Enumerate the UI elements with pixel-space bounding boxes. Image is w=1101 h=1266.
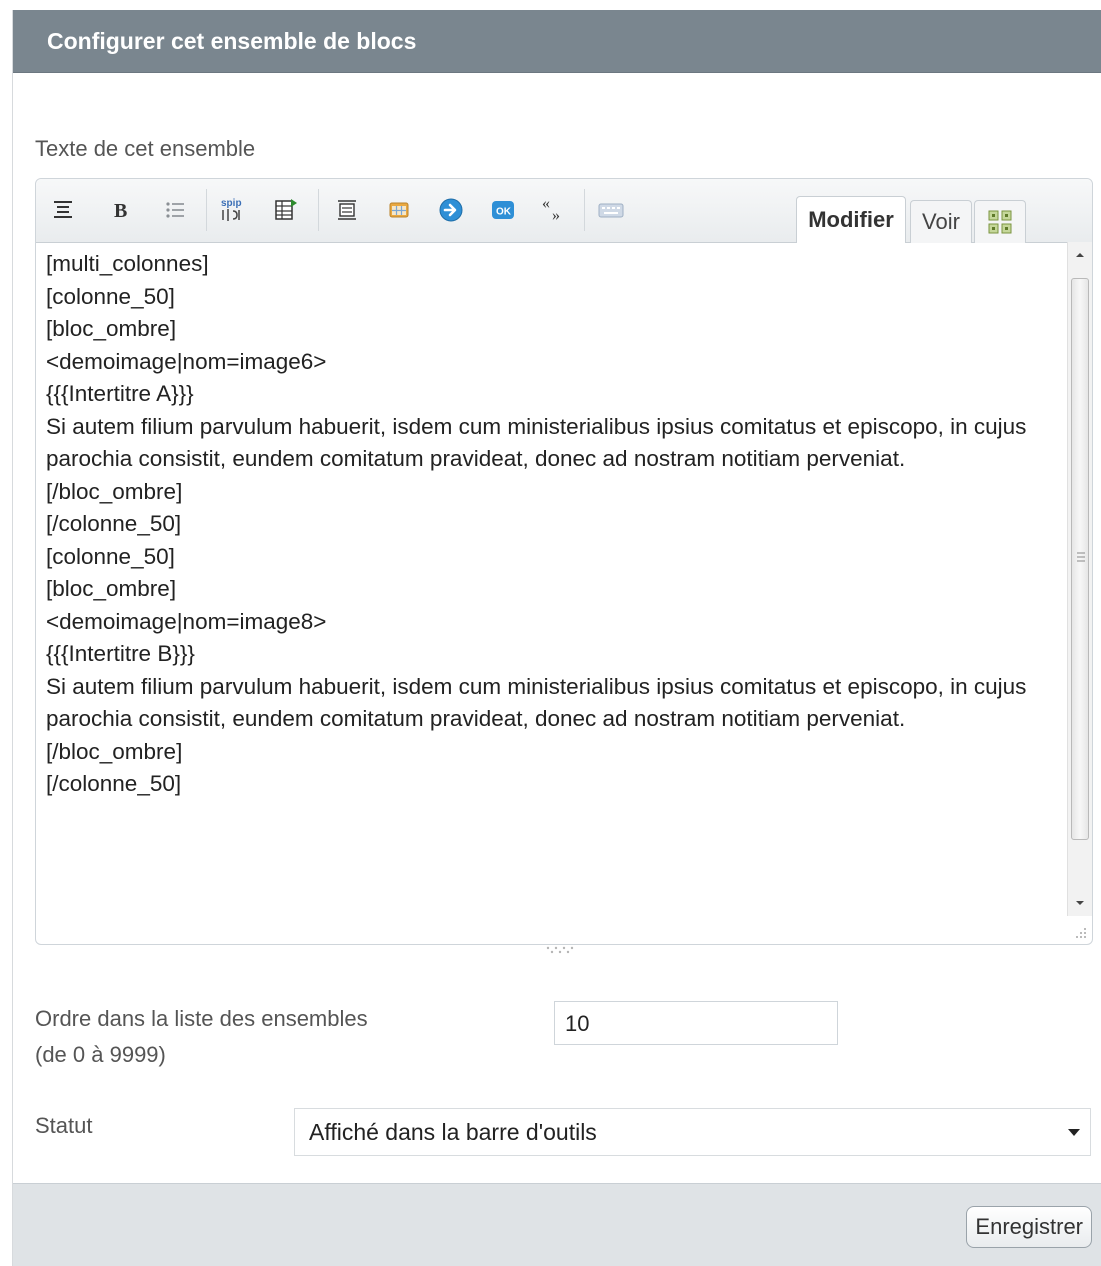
form-footer: Enregistrer <box>13 1183 1101 1266</box>
fullscreen-icon[interactable] <box>974 200 1026 243</box>
statut-select[interactable]: Affiché dans la barre d'outils <box>294 1108 1091 1156</box>
resize-grip-icon[interactable] <box>542 945 582 955</box>
statut-selected: Affiché dans la barre d'outils <box>309 1119 597 1145</box>
keyboard-icon[interactable] <box>594 193 628 227</box>
tab-voir-label: Voir <box>922 209 960 234</box>
scroll-thumb[interactable] <box>1071 278 1089 840</box>
resize-corner-icon[interactable] <box>1074 926 1088 940</box>
texte-label: Texte de cet ensemble <box>35 136 256 161</box>
align-center-icon[interactable] <box>46 193 80 227</box>
spip-icon[interactable]: spip <box>216 193 250 227</box>
panel-title: Configurer cet ensemble de blocs <box>47 28 417 54</box>
ok-icon[interactable]: OK <box>486 193 520 227</box>
tab-voir[interactable]: Voir <box>910 200 972 243</box>
markup-editor: B spip OK « » Modifier Voir [multi_colon… <box>35 178 1093 945</box>
texte-textarea[interactable]: [multi_colonnes] [colonne_50] [bloc_ombr… <box>36 242 1068 916</box>
table-icon[interactable] <box>270 193 304 227</box>
svg-text:spip: spip <box>221 198 242 209</box>
ordre-hint: (de 0 à 9999) <box>35 1042 166 1067</box>
arrow-right-icon[interactable] <box>434 193 468 227</box>
bold-icon[interactable]: B <box>104 193 138 227</box>
svg-text:»: » <box>552 207 560 224</box>
grip-icon <box>1077 552 1085 562</box>
statut-label: Statut <box>35 1113 93 1138</box>
save-button[interactable]: Enregistrer <box>966 1206 1092 1248</box>
bullet-list-icon[interactable] <box>158 193 192 227</box>
panel-header: Configurer cet ensemble de blocs <box>13 10 1101 73</box>
tab-modifier[interactable]: Modifier <box>796 196 906 243</box>
editor-toolbar: B spip OK « » Modifier Voir <box>36 179 1092 243</box>
config-panel: Configurer cet ensemble de blocs Texte d… <box>12 10 1101 1266</box>
ordre-input[interactable]: 10 <box>554 1001 838 1045</box>
quote-icon[interactable]: «» <box>536 193 570 227</box>
svg-text:«: « <box>542 196 550 212</box>
textarea-scrollbar[interactable] <box>1067 242 1092 916</box>
grid-icon[interactable] <box>382 193 416 227</box>
tab-modifier-label: Modifier <box>808 207 894 232</box>
block-icon[interactable] <box>330 193 364 227</box>
svg-text:B: B <box>114 200 127 222</box>
scroll-up-icon[interactable] <box>1074 250 1086 260</box>
svg-text:OK: OK <box>496 207 512 218</box>
ordre-label: Ordre dans la liste des ensembles <box>35 1006 368 1031</box>
chevron-down-icon <box>1068 1129 1080 1136</box>
scroll-down-icon[interactable] <box>1074 898 1086 908</box>
